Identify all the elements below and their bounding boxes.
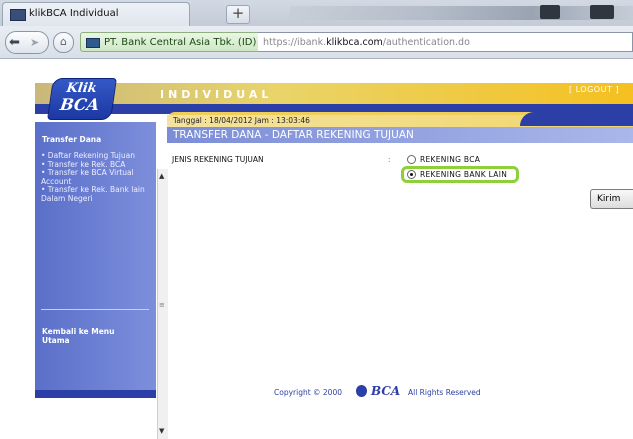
content-title: TRANSFER DANA - DAFTAR REKENING TUJUAN — [173, 129, 414, 141]
browser-tab-strip: klikBCA Individual + — [0, 0, 633, 26]
date-time-text: Tanggal : 18/04/2012 Jam : 13:03:46 — [173, 116, 310, 125]
site-favicon-icon — [10, 9, 26, 21]
page-section-title: INDIVIDUAL — [160, 88, 273, 101]
sidebar-heading: Transfer Dana — [42, 135, 102, 144]
frame-scrollbar[interactable]: ▲ ≡ ▼ — [157, 169, 168, 439]
url-path: /authentication.do — [382, 37, 470, 48]
page-footer: Copyright © 2000 BCA All Rights Reserved — [258, 384, 518, 399]
sidebar-menu: • Daftar Rekening Tujuan • Transfer ke R… — [41, 151, 153, 203]
browser-toolbar: ⬅ ➤ ⌂ PT. Bank Central Asia Tbk. (ID) ht… — [0, 26, 633, 59]
url-prefix: https://ibank. — [263, 37, 327, 48]
tab-title: klikBCA Individual — [29, 8, 119, 19]
logo-text-klik: Klik — [65, 81, 98, 96]
header-band — [35, 83, 633, 104]
field-separator: : — [388, 155, 391, 164]
radio-label-rekening-bca[interactable]: REKENING BCA — [420, 155, 480, 164]
back-to-main-menu-link[interactable]: Kembali ke Menu Utama — [42, 327, 142, 345]
sidebar: Transfer Dana • Daftar Rekening Tujuan •… — [35, 122, 156, 398]
account-type-label: JENIS REKENING TUJUAN — [172, 155, 264, 164]
radio-rekening-bank-lain[interactable] — [407, 170, 416, 179]
blurred-background-tabs — [290, 6, 633, 20]
logo-text-bca: BCA — [58, 95, 101, 114]
url-domain: klikbca.com — [326, 37, 383, 48]
browser-tab[interactable]: klikBCA Individual — [2, 2, 190, 26]
content-title-bar: TRANSFER DANA - DAFTAR REKENING TUJUAN — [167, 127, 633, 143]
close-window-icon[interactable] — [590, 5, 614, 19]
logout-link[interactable]: [ LOGOUT ] — [569, 85, 619, 94]
content-header-accent — [520, 112, 633, 126]
sidebar-footer-band — [35, 390, 156, 398]
forward-arrow-icon[interactable]: ➤ — [30, 36, 39, 49]
minimize-window-icon[interactable] — [540, 5, 560, 19]
address-bar[interactable]: https://ibank.klikbca.com/authentication… — [258, 32, 633, 52]
radio-label-rekening-bank-lain[interactable]: REKENING BANK LAIN — [420, 170, 507, 179]
scrollbar-grip-icon[interactable]: ≡ — [159, 301, 165, 309]
kirim-button[interactable]: Kirim — [590, 189, 633, 209]
klikbca-logo: Klik BCA — [47, 78, 117, 120]
site-identity-label: PT. Bank Central Asia Tbk. (ID) — [104, 37, 257, 48]
web-page: [ LOGOUT ] Klik BCA INDIVIDUAL Transfer … — [0, 59, 633, 439]
rights-text: All Rights Reserved — [408, 388, 481, 397]
home-icon[interactable]: ⌂ — [53, 32, 74, 53]
new-tab-button[interactable]: + — [226, 5, 250, 24]
scroll-up-arrow-icon[interactable]: ▲ — [159, 172, 164, 180]
copyright-text: Copyright © 2000 — [274, 388, 343, 397]
sidebar-item-transfer-bank-lain[interactable]: • Transfer ke Rek. Bank lain Dalam Neger… — [41, 185, 153, 203]
sidebar-item-transfer-virtual-account[interactable]: • Transfer ke BCA Virtual Account — [41, 168, 153, 186]
scroll-down-arrow-icon[interactable]: ▼ — [159, 427, 164, 435]
site-identity-button[interactable]: PT. Bank Central Asia Tbk. (ID) — [80, 32, 264, 52]
bca-emblem-icon — [356, 385, 367, 397]
footer-brand: BCA — [371, 384, 401, 398]
radio-rekening-bca[interactable] — [407, 155, 416, 164]
back-arrow-icon[interactable]: ⬅ — [9, 35, 20, 50]
sidebar-divider — [41, 309, 149, 310]
certificate-icon — [86, 38, 100, 48]
nav-buttons: ⬅ ➤ — [5, 31, 49, 54]
